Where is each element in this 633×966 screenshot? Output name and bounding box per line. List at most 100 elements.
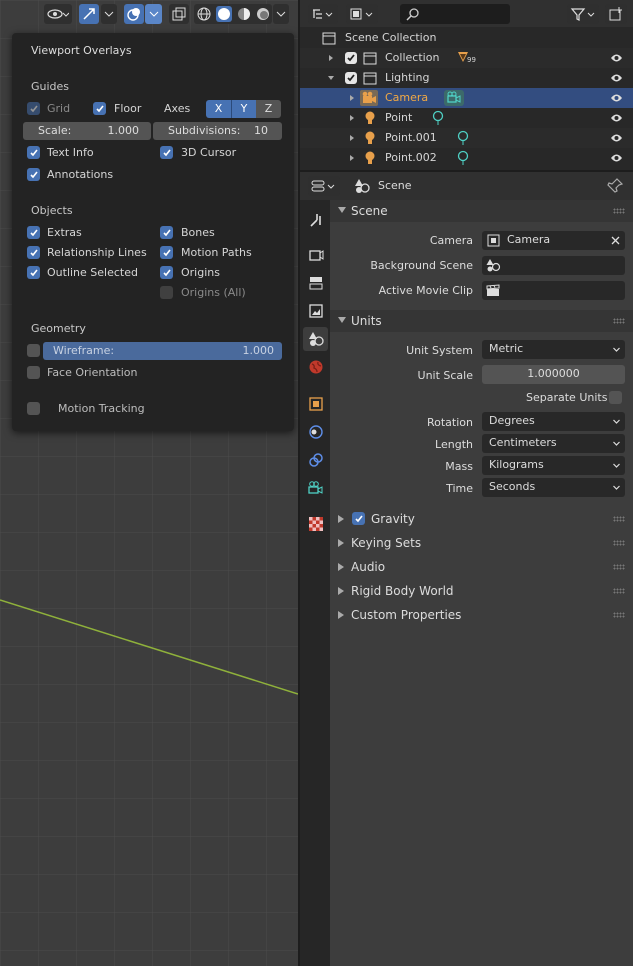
tab-physics[interactable] [303, 420, 328, 444]
expand-arrow-icon[interactable] [348, 154, 356, 162]
face-orientation-checkbox[interactable] [27, 366, 40, 379]
display-mode-dropdown[interactable] [346, 4, 378, 24]
tab-object[interactable] [303, 392, 328, 416]
extras-checkbox[interactable] [27, 226, 40, 239]
overlays-dropdown[interactable] [145, 4, 162, 24]
tab-output[interactable] [303, 271, 328, 295]
tab-render[interactable] [303, 243, 328, 267]
new-collection-button[interactable] [605, 4, 627, 24]
camera-data-icon[interactable] [444, 90, 464, 106]
gravity-panel-header[interactable]: Gravity [330, 508, 633, 530]
filter-dropdown[interactable] [567, 4, 599, 24]
outliner-row[interactable]: Point.001 [300, 128, 633, 148]
camera-field[interactable]: Camera [482, 231, 625, 250]
collapse-arrow-icon[interactable] [327, 74, 335, 82]
origins-checkbox[interactable] [160, 266, 173, 279]
3d-cursor-checkbox[interactable] [160, 146, 173, 159]
outline-selected-checkbox[interactable] [27, 266, 40, 279]
drag-grip-icon[interactable] [613, 208, 625, 214]
background-scene-field[interactable] [482, 256, 625, 275]
tab-view-layer[interactable] [303, 299, 328, 323]
expand-arrow-icon[interactable] [327, 54, 335, 62]
light-data-icon[interactable] [456, 130, 470, 146]
eye-icon[interactable] [610, 132, 623, 144]
close-icon[interactable] [611, 236, 620, 245]
time-dropdown[interactable]: Seconds [482, 478, 625, 497]
outliner-row[interactable]: Collection 99 [300, 48, 633, 68]
eye-icon[interactable] [610, 152, 623, 164]
active-movie-clip-field[interactable] [482, 281, 625, 300]
drag-grip-icon[interactable] [613, 588, 625, 594]
eye-icon[interactable] [610, 92, 623, 104]
tab-texture[interactable] [303, 512, 328, 536]
eye-icon[interactable] [610, 52, 623, 64]
editor-type-dropdown[interactable] [308, 176, 340, 196]
axis-z-toggle[interactable]: Z [256, 100, 281, 118]
rigid-body-world-panel-header[interactable]: Rigid Body World [330, 580, 633, 602]
unit-scale-field[interactable]: 1.000000 [482, 365, 625, 384]
tab-world[interactable] [303, 355, 328, 379]
drag-grip-icon[interactable] [613, 612, 625, 618]
gravity-checkbox[interactable] [352, 512, 365, 525]
outliner-row-selected[interactable]: Camera [300, 88, 633, 108]
motion-paths-checkbox[interactable] [160, 246, 173, 259]
expand-arrow-icon[interactable] [348, 94, 356, 102]
grid-checkbox[interactable] [27, 102, 40, 115]
tab-constraints[interactable] [303, 448, 328, 472]
3d-viewport[interactable]: Viewport Overlays Guides Grid Floor Axes… [0, 0, 298, 966]
axis-x-toggle[interactable]: X [206, 100, 231, 118]
grid-subdivisions-field[interactable]: Subdivisions: 10 [153, 122, 282, 140]
material-shading-icon[interactable] [237, 7, 251, 21]
custom-properties-panel-header[interactable]: Custom Properties [330, 604, 633, 626]
audio-panel-header[interactable]: Audio [330, 556, 633, 578]
expand-arrow-icon[interactable] [348, 114, 356, 122]
editor-type-dropdown[interactable] [308, 4, 338, 24]
gizmo-toggle[interactable] [79, 4, 99, 24]
wireframe-checkbox[interactable] [27, 344, 40, 357]
relationship-lines-checkbox[interactable] [27, 246, 40, 259]
eye-icon[interactable] [610, 112, 623, 124]
drag-grip-icon[interactable] [613, 564, 625, 570]
keying-sets-panel-header[interactable]: Keying Sets [330, 532, 633, 554]
floor-checkbox[interactable] [93, 102, 106, 115]
wireframe-shading-icon[interactable] [197, 7, 211, 21]
outliner-search-input[interactable] [400, 4, 510, 24]
axis-y-toggle[interactable]: Y [231, 100, 256, 118]
drag-grip-icon[interactable] [613, 540, 625, 546]
outliner-row[interactable]: Point [300, 108, 633, 128]
grid-scale-field[interactable]: Scale: 1.000 [23, 122, 151, 140]
drag-grip-icon[interactable] [613, 318, 625, 324]
bones-checkbox[interactable] [160, 226, 173, 239]
motion-tracking-checkbox[interactable] [27, 402, 40, 415]
tab-tool[interactable] [303, 208, 328, 232]
scene-panel-header[interactable]: Scene [330, 200, 633, 222]
annotations-checkbox[interactable] [27, 168, 40, 181]
separate-units-checkbox[interactable] [609, 391, 622, 404]
overlays-toggle[interactable] [124, 4, 144, 24]
eye-icon[interactable] [610, 72, 623, 84]
collection-exclude-checkbox[interactable] [345, 72, 357, 84]
outliner-row[interactable]: Point.002 [300, 148, 633, 168]
tab-scene[interactable] [303, 327, 328, 351]
xray-toggle[interactable] [169, 4, 189, 24]
tab-object-data[interactable] [303, 476, 328, 500]
rotation-dropdown[interactable]: Degrees [482, 412, 625, 431]
mass-dropdown[interactable]: Kilograms [482, 456, 625, 475]
gizmo-dropdown[interactable] [101, 4, 117, 24]
origins-all-checkbox[interactable] [160, 286, 173, 299]
drag-grip-icon[interactable] [613, 516, 625, 522]
outliner-row[interactable]: Lighting [300, 68, 633, 88]
collection-exclude-checkbox[interactable] [345, 52, 357, 64]
rendered-shading-icon[interactable] [256, 7, 270, 21]
unit-system-dropdown[interactable]: Metric [482, 340, 625, 359]
text-info-checkbox[interactable] [27, 146, 40, 159]
expand-arrow-icon[interactable] [348, 134, 356, 142]
pin-icon[interactable] [607, 178, 623, 194]
outliner-row-scene-collection[interactable]: Scene Collection [300, 28, 633, 48]
wireframe-threshold-slider[interactable]: Wireframe: 1.000 [43, 342, 282, 360]
shading-dropdown[interactable] [273, 4, 289, 24]
units-panel-header[interactable]: Units [330, 310, 633, 332]
length-dropdown[interactable]: Centimeters [482, 434, 625, 453]
light-data-icon[interactable] [431, 110, 445, 126]
solid-shading-icon[interactable] [215, 6, 232, 22]
